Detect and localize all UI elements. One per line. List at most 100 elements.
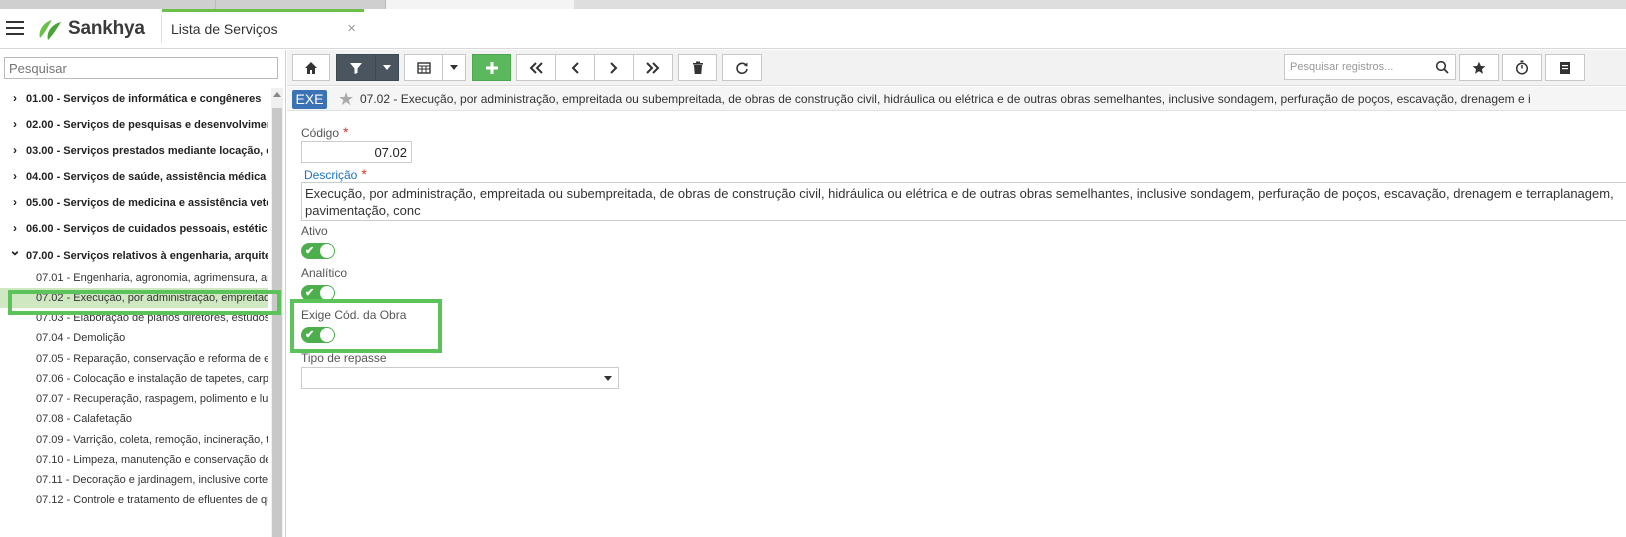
close-icon[interactable]: × <box>347 20 356 37</box>
chevron-right-icon[interactable]: › <box>8 88 22 108</box>
sidebar: › 01.00 - Serviços de informática e congê… <box>0 50 286 537</box>
scrollbar-thumb[interactable] <box>272 108 282 537</box>
tree-leaf-item[interactable]: 07.02 - Execução, por administração, emp… <box>0 288 268 308</box>
tree-leaf-item[interactable]: 07.07 - Recuperação, raspagem, polimento… <box>0 389 268 409</box>
tree-leaf-item[interactable]: 07.06 - Colocação e instalação de tapete… <box>0 369 268 389</box>
timer-button[interactable] <box>1502 54 1542 81</box>
home-button[interactable] <box>292 54 330 81</box>
tab-title: Lista de Serviços <box>171 21 278 37</box>
scroll-up-icon[interactable] <box>273 92 281 97</box>
browser-tab[interactable] <box>0 0 216 9</box>
tree-item-label: 05.00 - Serviços de medicina e assistênc… <box>26 197 268 209</box>
logo[interactable]: Sankhya <box>36 16 145 42</box>
descricao-field[interactable]: Execução, por administração, empreitada … <box>301 182 1626 221</box>
grid-view-button[interactable] <box>404 54 443 81</box>
tree-leaf-item[interactable]: 07.05 - Reparação, conservação e reforma… <box>0 349 268 369</box>
search-icon[interactable] <box>1435 60 1449 74</box>
tree-item-label: 07.04 - Demolição <box>36 332 126 344</box>
check-icon: ✔ <box>305 287 315 299</box>
tree-item-label: 07.10 - Limpeza, manutenção e conservaçã… <box>36 454 268 466</box>
required-mark: * <box>343 124 349 140</box>
tree-item-label: 03.00 - Serviços prestados mediante loca… <box>26 145 268 157</box>
tree-leaf-item[interactable]: 07.09 - Varrição, coleta, remoção, incin… <box>0 430 268 450</box>
sidebar-search-input[interactable] <box>4 57 278 79</box>
tree-leaf-item[interactable]: 07.11 - Decoração e jardinagem, inclusiv… <box>0 470 268 490</box>
chevron-right-icon[interactable]: › <box>8 140 22 160</box>
filter-icon <box>350 62 362 74</box>
tree-item-label: 06.00 - Serviços de cuidados pessoais, e… <box>26 223 268 235</box>
tree-leaf-item[interactable]: 07.01 - Engenharia, agronomia, agrimensu… <box>0 268 268 288</box>
tipo-repasse-select[interactable] <box>301 367 619 389</box>
previous-record-button[interactable] <box>555 54 595 81</box>
chevron-right-icon[interactable]: › <box>8 192 22 212</box>
tree-group-item[interactable]: › 01.00 - Serviços de informática e congê… <box>0 88 268 108</box>
exe-badge[interactable]: EXE <box>292 90 327 109</box>
app-header: Sankhya Lista de Serviços × <box>0 9 1626 49</box>
tree-leaf-item[interactable]: 07.08 - Calafetação <box>0 409 268 429</box>
tree-group-item[interactable]: › 03.00 - Serviços prestados mediante loc… <box>0 140 268 160</box>
grid-dropdown-button[interactable] <box>442 54 466 81</box>
filter-dropdown-button[interactable] <box>375 54 399 81</box>
tree-leaf-item[interactable]: 07.12 - Controle e tratamento de efluent… <box>0 490 268 510</box>
chevron-down-icon[interactable] <box>604 376 612 381</box>
double-chevron-left-icon <box>529 61 543 74</box>
exige-cod-obra-toggle[interactable]: ✔ <box>301 327 335 343</box>
tree-leaf-item[interactable]: 07.03 - Elaboração de planos diretores, … <box>0 308 268 328</box>
first-record-button[interactable] <box>516 54 556 81</box>
check-icon: ✔ <box>305 245 315 257</box>
descricao-label: Descrição * <box>304 166 367 182</box>
records-search-placeholder: Pesquisar registros... <box>1290 61 1394 73</box>
last-record-button[interactable] <box>633 54 673 81</box>
tree-item-label: 07.00 - Serviços relativos à engenharia,… <box>26 250 268 262</box>
report-button[interactable] <box>1545 54 1585 81</box>
tipo-repasse-label: Tipo de repasse <box>301 351 387 365</box>
trash-icon <box>692 61 703 74</box>
analitico-toggle[interactable]: ✔ <box>301 285 335 301</box>
tree-item-label: 07.07 - Recuperação, raspagem, polimento… <box>36 393 268 405</box>
tree-item-label: 01.00 - Serviços de informática e congên… <box>26 93 262 105</box>
chevron-down-icon[interactable]: ⌄ <box>8 244 22 260</box>
tree-group-item[interactable]: › 05.00 - Serviços de medicina e assistên… <box>0 192 268 212</box>
codigo-field[interactable]: 07.02 <box>301 141 412 163</box>
caret-down-icon <box>450 64 458 70</box>
record-header: EXE ★ 07.02 - Execução, por administraçã… <box>287 87 1626 111</box>
document-icon <box>1560 61 1570 74</box>
star-icon <box>1472 61 1486 74</box>
tree-group-item[interactable]: › 06.00 - Serviços de cuidados pessoais, … <box>0 218 268 238</box>
plus-icon <box>485 61 498 74</box>
refresh-button[interactable] <box>722 54 762 81</box>
next-record-button[interactable] <box>594 54 634 81</box>
menu-icon[interactable] <box>6 21 24 37</box>
chevron-right-icon[interactable]: › <box>8 218 22 238</box>
favorite-star-icon[interactable]: ★ <box>338 89 354 110</box>
delete-button[interactable] <box>678 54 717 81</box>
tree-item-label: 07.11 - Decoração e jardinagem, inclusiv… <box>36 474 268 486</box>
stopwatch-icon <box>1515 60 1529 75</box>
tab-lista-servicos[interactable]: Lista de Serviços × <box>162 9 364 48</box>
tree-item-label: 07.02 - Execução, por administração, emp… <box>36 292 268 304</box>
browser-tab[interactable] <box>216 0 386 9</box>
chevron-right-icon[interactable]: › <box>8 114 22 134</box>
records-search-input[interactable]: Pesquisar registros... <box>1284 54 1456 80</box>
ativo-label: Ativo <box>301 224 328 238</box>
browser-tab-active[interactable] <box>386 0 574 9</box>
add-button[interactable] <box>472 54 511 81</box>
favorites-button[interactable] <box>1459 54 1499 81</box>
tree-item-label: 07.09 - Varrição, coleta, remoção, incin… <box>36 434 268 446</box>
check-icon: ✔ <box>305 329 315 341</box>
filter-button[interactable] <box>336 54 376 81</box>
chevron-left-icon <box>571 61 579 74</box>
tree-item-label: 07.01 - Engenharia, agronomia, agrimensu… <box>36 272 268 284</box>
home-icon <box>305 61 317 74</box>
tree-group-item[interactable]: › 02.00 - Serviços de pesquisas e desenvo… <box>0 114 268 134</box>
tree-group-item[interactable]: ⌄ 07.00 - Serviços relativos à engenharia… <box>0 244 268 264</box>
tree-item-label: 07.06 - Colocação e instalação de tapete… <box>36 373 268 385</box>
tree-group-item[interactable]: › 04.00 - Serviços de saúde, assistência … <box>0 166 268 186</box>
tree-leaf-item[interactable]: 07.04 - Demolição <box>0 328 268 348</box>
ativo-toggle[interactable]: ✔ <box>301 243 335 259</box>
toggle-knob <box>320 286 334 300</box>
chevron-right-icon[interactable]: › <box>8 166 22 186</box>
tree-leaf-item[interactable]: 07.10 - Limpeza, manutenção e conservaçã… <box>0 450 268 470</box>
refresh-icon <box>736 61 748 74</box>
sidebar-scrollbar[interactable] <box>271 88 283 537</box>
